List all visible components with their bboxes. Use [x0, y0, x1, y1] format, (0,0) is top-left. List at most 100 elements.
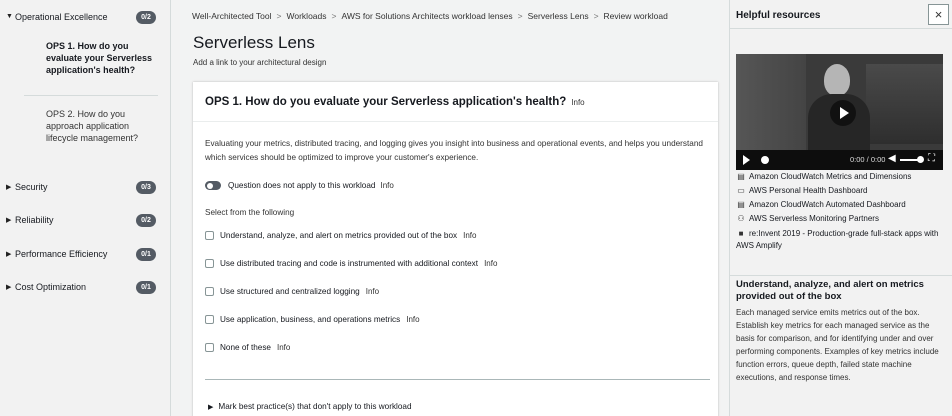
chevron-right-icon: > — [276, 11, 282, 21]
resource-link[interactable]: ■ re:Invent 2019 - Production-grade full-… — [736, 228, 941, 252]
progress-badge: 0/2 — [136, 11, 156, 24]
close-button[interactable]: × — [928, 4, 949, 25]
nav-section-label: Reliability — [15, 215, 54, 225]
select-label: Select from the following — [205, 208, 295, 217]
chevron-right-icon: > — [517, 11, 523, 21]
nav-question-line: lifecycle management? — [46, 133, 139, 143]
choice-checkbox-row[interactable]: None of these Info — [205, 343, 290, 355]
resource-link[interactable]: ▤ Amazon CloudWatch Automated Dashboard — [736, 200, 906, 209]
choice-label: Use structured and centralized logging — [220, 287, 360, 296]
breadcrumb-link[interactable]: Well-Architected Tool — [192, 11, 272, 21]
play-overlay-icon[interactable] — [830, 100, 856, 126]
question-card: OPS 1. How do you evaluate your Serverle… — [193, 82, 718, 416]
nav-question-line: OPS 2. How do you — [46, 109, 126, 119]
close-icon: × — [934, 7, 943, 22]
choice-label: Understand, analyze, and alert on metric… — [220, 231, 458, 240]
resource-label: Amazon CloudWatch Automated Dashboard — [749, 200, 906, 209]
caret-down-icon: ▼ — [6, 13, 13, 20]
nav-section-label: Security — [15, 182, 48, 192]
resource-label: Amazon CloudWatch Metrics and Dimensions — [749, 172, 912, 181]
video-time: 0:00 / 0:00 — [850, 155, 886, 164]
breadcrumb-link[interactable]: AWS for Solutions Architects workload le… — [341, 11, 512, 21]
video-frame — [736, 54, 806, 154]
nav-section-operational-excellence[interactable]: ▼ Operational Excellence 0/2 — [0, 7, 171, 27]
breadcrumb-link[interactable]: Serverless Lens — [528, 11, 589, 21]
choice-label: Use distributed tracing and code is inst… — [220, 259, 479, 268]
info-link[interactable]: Info — [406, 315, 419, 324]
nav-section-security[interactable]: ▶ Security 0/3 — [0, 177, 171, 197]
video-frame — [866, 64, 943, 144]
breadcrumb-link[interactable]: Workloads — [287, 11, 327, 21]
nav-section-label: Performance Efficiency — [15, 249, 108, 259]
nav-question-line: evaluate your Serverless — [46, 53, 153, 63]
progress-badge: 0/1 — [136, 248, 156, 261]
volume-icon[interactable]: ◀ — [888, 153, 896, 164]
seek-slider[interactable] — [761, 156, 769, 164]
resource-link[interactable]: ▭ AWS Personal Health Dashboard — [736, 186, 867, 195]
resource-label: AWS Personal Health Dashboard — [749, 186, 868, 195]
question-description: Evaluating your metrics, distributed tra… — [205, 139, 703, 162]
resource-label: AWS Serverless Monitoring Partners — [749, 214, 879, 223]
main-content: Well-Architected Tool > Workloads > AWS for … — [172, 0, 729, 416]
divider — [730, 275, 952, 276]
info-link[interactable]: Info — [380, 181, 393, 190]
choice-checkbox-row[interactable]: Use application, business, and operation… — [205, 315, 420, 327]
help-section-title: Understand, analyze, and alert on metric… — [736, 279, 924, 302]
partners-icon: ⚇ — [737, 214, 745, 223]
not-applicable-toggle[interactable] — [205, 181, 221, 191]
caret-right-icon: ▶ — [6, 251, 12, 258]
caret-right-icon: ▶ — [6, 217, 12, 224]
resource-link[interactable]: ▤ Amazon CloudWatch Metrics and Dimension… — [736, 172, 911, 181]
progress-badge: 0/2 — [136, 214, 156, 227]
mark-not-applicable-expander[interactable]: ▶ Mark best practice(s) that don't apply … — [208, 402, 412, 411]
info-link[interactable]: Info — [484, 259, 497, 268]
question-title: OPS 1. How do you evaluate your Serverle… — [205, 96, 585, 108]
choice-checkbox-row[interactable]: Use structured and centralized logging In… — [205, 287, 379, 299]
toggle-label: Question does not apply to this workload — [228, 181, 376, 190]
checkbox[interactable] — [205, 259, 214, 269]
checkbox[interactable] — [205, 315, 214, 325]
page-title: Serverless Lens — [193, 33, 315, 52]
choice-checkbox-row[interactable]: Understand, analyze, and alert on metric… — [205, 231, 476, 243]
nav-section-reliability[interactable]: ▶ Reliability 0/2 — [0, 210, 171, 230]
divider — [730, 28, 952, 29]
help-panel-title: Helpful resources — [736, 10, 821, 21]
question-header: OPS 1. How do you evaluate your Serverle… — [193, 82, 718, 122]
document-icon: ▤ — [737, 172, 745, 181]
chevron-right-icon: > — [593, 11, 599, 21]
info-link[interactable]: Info — [277, 343, 290, 352]
checkbox[interactable] — [205, 343, 214, 353]
breadcrumb-current: Review workload — [603, 11, 668, 21]
divider — [24, 95, 158, 96]
nav-question-line: application's health? — [46, 65, 136, 75]
fullscreen-icon[interactable]: ⛶ — [928, 153, 935, 164]
video-controls: 0:00 / 0:00 ◀ ⛶ — [736, 150, 943, 170]
video-player[interactable]: 0:00 / 0:00 ◀ ⛶ — [736, 54, 943, 170]
question-title-text: OPS 1. How do you evaluate your Serverle… — [205, 96, 567, 108]
info-link[interactable]: Info — [366, 287, 379, 296]
nav-question-ops2[interactable]: OPS 2. How do you approach application l… — [46, 108, 156, 144]
resource-link[interactable]: ⚇ AWS Serverless Monitoring Partners — [736, 214, 879, 223]
nav-section-cost-optimization[interactable]: ▶ Cost Optimization 0/1 — [0, 277, 171, 297]
dashboard-icon: ▭ — [737, 186, 745, 195]
choice-checkbox-row[interactable]: Use distributed tracing and code is inst… — [205, 259, 497, 271]
video-icon: ■ — [738, 229, 744, 238]
nav-section-label: Operational Excellence — [15, 12, 108, 22]
nav-section-label: Cost Optimization — [15, 282, 87, 292]
play-icon[interactable] — [743, 155, 750, 165]
divider — [205, 379, 710, 380]
architecture-link[interactable]: Add a link to your architectural design — [193, 58, 326, 67]
progress-badge: 0/1 — [136, 281, 156, 294]
checkbox[interactable] — [205, 231, 214, 241]
info-link[interactable]: Info — [571, 98, 584, 107]
caret-right-icon: ▶ — [208, 404, 214, 411]
nav-question-ops1[interactable]: OPS 1. How do you evaluate your Serverle… — [46, 40, 156, 76]
volume-knob[interactable] — [917, 156, 924, 163]
video-frame — [824, 64, 850, 96]
expander-label: Mark best practice(s) that don't apply t… — [218, 402, 412, 411]
caret-right-icon: ▶ — [6, 184, 12, 191]
not-applicable-row: Question does not apply to this workload… — [205, 181, 394, 193]
checkbox[interactable] — [205, 287, 214, 297]
nav-section-performance-efficiency[interactable]: ▶ Performance Efficiency 0/1 — [0, 244, 171, 264]
info-link[interactable]: Info — [463, 231, 476, 240]
